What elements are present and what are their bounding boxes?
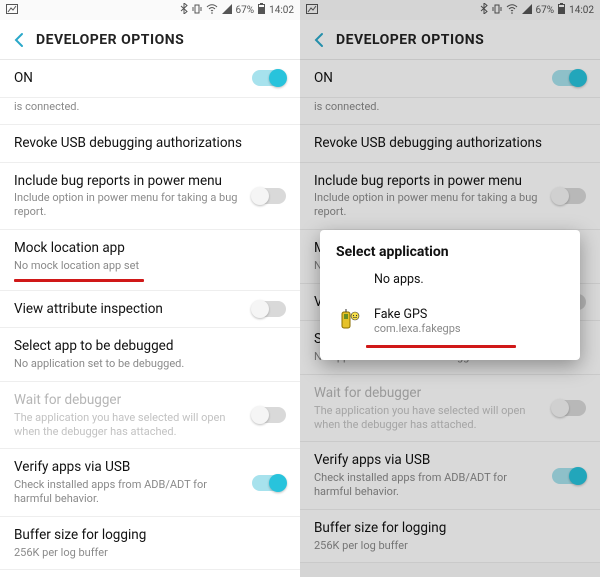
battery-icon bbox=[258, 3, 265, 17]
developer-options-screen-right: 67% 14:02 DEVELOPER OPTIONS ON is connec… bbox=[300, 0, 600, 577]
back-icon[interactable] bbox=[310, 31, 328, 49]
bufsize-title: Buffer size for logging bbox=[14, 527, 278, 544]
picture-icon bbox=[306, 4, 318, 17]
mock-title: Mock location app bbox=[14, 240, 278, 257]
clock: 14:02 bbox=[569, 5, 594, 16]
on-label: ON bbox=[314, 70, 544, 87]
row-revoke-usb[interactable]: Revoke USB debugging authorizations bbox=[0, 125, 300, 163]
row-buffer-size[interactable]: Buffer size for logging 256K per log buf… bbox=[0, 517, 300, 571]
vibrate-icon bbox=[192, 4, 202, 17]
mock-sub: No mock location app set bbox=[14, 259, 278, 273]
master-toggle bbox=[552, 70, 586, 86]
revoke-title: Revoke USB debugging authorizations bbox=[14, 135, 278, 152]
bugreport-title: Include bug reports in power menu bbox=[314, 173, 544, 190]
bufsize-sub: 256K per log buffer bbox=[14, 546, 278, 560]
row-master-toggle: ON bbox=[300, 60, 600, 98]
revoke-title: Revoke USB debugging authorizations bbox=[314, 135, 578, 152]
bluetooth-icon bbox=[180, 3, 188, 17]
title-bar: DEVELOPER OPTIONS bbox=[300, 20, 600, 60]
battery-percent: 67% bbox=[236, 5, 255, 16]
highlight-underline bbox=[14, 279, 144, 282]
row-buffer-size: Buffer size for logging 256K per log buf… bbox=[300, 510, 600, 564]
waitdbg-toggle bbox=[552, 400, 586, 416]
verifyusb-toggle[interactable] bbox=[252, 475, 286, 491]
connected-sub: is connected. bbox=[314, 100, 578, 114]
bugreport-toggle bbox=[552, 188, 586, 204]
bluetooth-icon bbox=[480, 3, 488, 17]
bugreport-sub: Include option in power menu for taking … bbox=[314, 191, 544, 219]
row-connected-fragment: is connected. bbox=[300, 98, 600, 125]
verifyusb-toggle bbox=[552, 468, 586, 484]
page-title: DEVELOPER OPTIONS bbox=[36, 32, 184, 48]
wifi-icon bbox=[506, 4, 518, 17]
waitdbg-title: Wait for debugger bbox=[314, 385, 544, 402]
row-connected-fragment: is connected. bbox=[0, 98, 300, 125]
dialog-no-apps[interactable]: No apps. bbox=[320, 270, 580, 299]
waitdbg-sub: The application you have selected will o… bbox=[314, 404, 544, 432]
viewattr-title: View attribute inspection bbox=[14, 301, 244, 318]
clock: 14:02 bbox=[269, 5, 294, 16]
title-bar: DEVELOPER OPTIONS bbox=[0, 20, 300, 60]
row-bug-reports[interactable]: Include bug reports in power menu Includ… bbox=[0, 163, 300, 230]
connected-sub: is connected. bbox=[14, 100, 278, 114]
signal-icon bbox=[522, 4, 532, 17]
row-verify-usb: Verify apps via USB Check installed apps… bbox=[300, 442, 600, 509]
waitdbg-title: Wait for debugger bbox=[14, 392, 244, 409]
battery-icon bbox=[558, 3, 565, 17]
highlight-underline bbox=[366, 345, 516, 348]
select-application-dialog[interactable]: Select application No apps. Fake GPS com bbox=[320, 230, 580, 360]
row-mock-location[interactable]: Mock location app No mock location app s… bbox=[0, 230, 300, 277]
row-wait-debugger: Wait for debugger The application you ha… bbox=[300, 375, 600, 442]
status-bar: 67% 14:02 bbox=[300, 0, 600, 20]
back-icon[interactable] bbox=[10, 31, 28, 49]
verifyusb-sub: Check installed apps from ADB/ADT for ha… bbox=[314, 471, 544, 499]
row-select-debug-app[interactable]: Select app to be debugged No application… bbox=[0, 328, 300, 382]
dialog-item-fakegps[interactable]: Fake GPS com.lexa.fakegps bbox=[320, 299, 580, 343]
row-revoke-usb: Revoke USB debugging authorizations bbox=[300, 125, 600, 163]
developer-options-screen-left: 67% 14:02 DEVELOPER OPTIONS ON is connec… bbox=[0, 0, 300, 577]
bugreport-sub: Include option in power menu for taking … bbox=[14, 191, 244, 219]
dialog-item-name: Fake GPS bbox=[374, 307, 461, 322]
selectdbg-title: Select app to be debugged bbox=[14, 338, 278, 355]
dialog-item-package: com.lexa.fakegps bbox=[374, 322, 461, 335]
row-wait-debugger: Wait for debugger The application you ha… bbox=[0, 382, 300, 449]
bufsize-sub: 256K per log buffer bbox=[314, 539, 578, 553]
fakegps-app-icon bbox=[336, 308, 362, 334]
waitdbg-sub: The application you have selected will o… bbox=[14, 411, 244, 439]
bugreport-title: Include bug reports in power menu bbox=[14, 173, 244, 190]
signal-icon bbox=[222, 4, 232, 17]
verifyusb-title: Verify apps via USB bbox=[314, 452, 544, 469]
page-title: DEVELOPER OPTIONS bbox=[336, 32, 484, 48]
bugreport-toggle[interactable] bbox=[252, 188, 286, 204]
settings-list[interactable]: ON is connected. Revoke USB debugging au… bbox=[0, 60, 300, 570]
status-bar: 67% 14:02 bbox=[0, 0, 300, 20]
master-toggle[interactable] bbox=[252, 70, 286, 86]
wifi-icon bbox=[206, 4, 218, 17]
row-verify-usb[interactable]: Verify apps via USB Check installed apps… bbox=[0, 449, 300, 516]
bufsize-title: Buffer size for logging bbox=[314, 520, 578, 537]
battery-percent: 67% bbox=[536, 5, 555, 16]
row-master-toggle[interactable]: ON bbox=[0, 60, 300, 98]
row-view-attribute[interactable]: View attribute inspection bbox=[0, 290, 300, 329]
verifyusb-sub: Check installed apps from ADB/ADT for ha… bbox=[14, 478, 244, 506]
row-bug-reports: Include bug reports in power menu Includ… bbox=[300, 163, 600, 230]
waitdbg-toggle bbox=[252, 407, 286, 423]
verifyusb-title: Verify apps via USB bbox=[14, 459, 244, 476]
dialog-title: Select application bbox=[320, 230, 580, 270]
picture-icon bbox=[6, 4, 18, 17]
vibrate-icon bbox=[492, 4, 502, 17]
selectdbg-sub: No application set to be debugged. bbox=[14, 357, 278, 371]
on-label: ON bbox=[14, 70, 244, 87]
viewattr-toggle[interactable] bbox=[252, 301, 286, 317]
